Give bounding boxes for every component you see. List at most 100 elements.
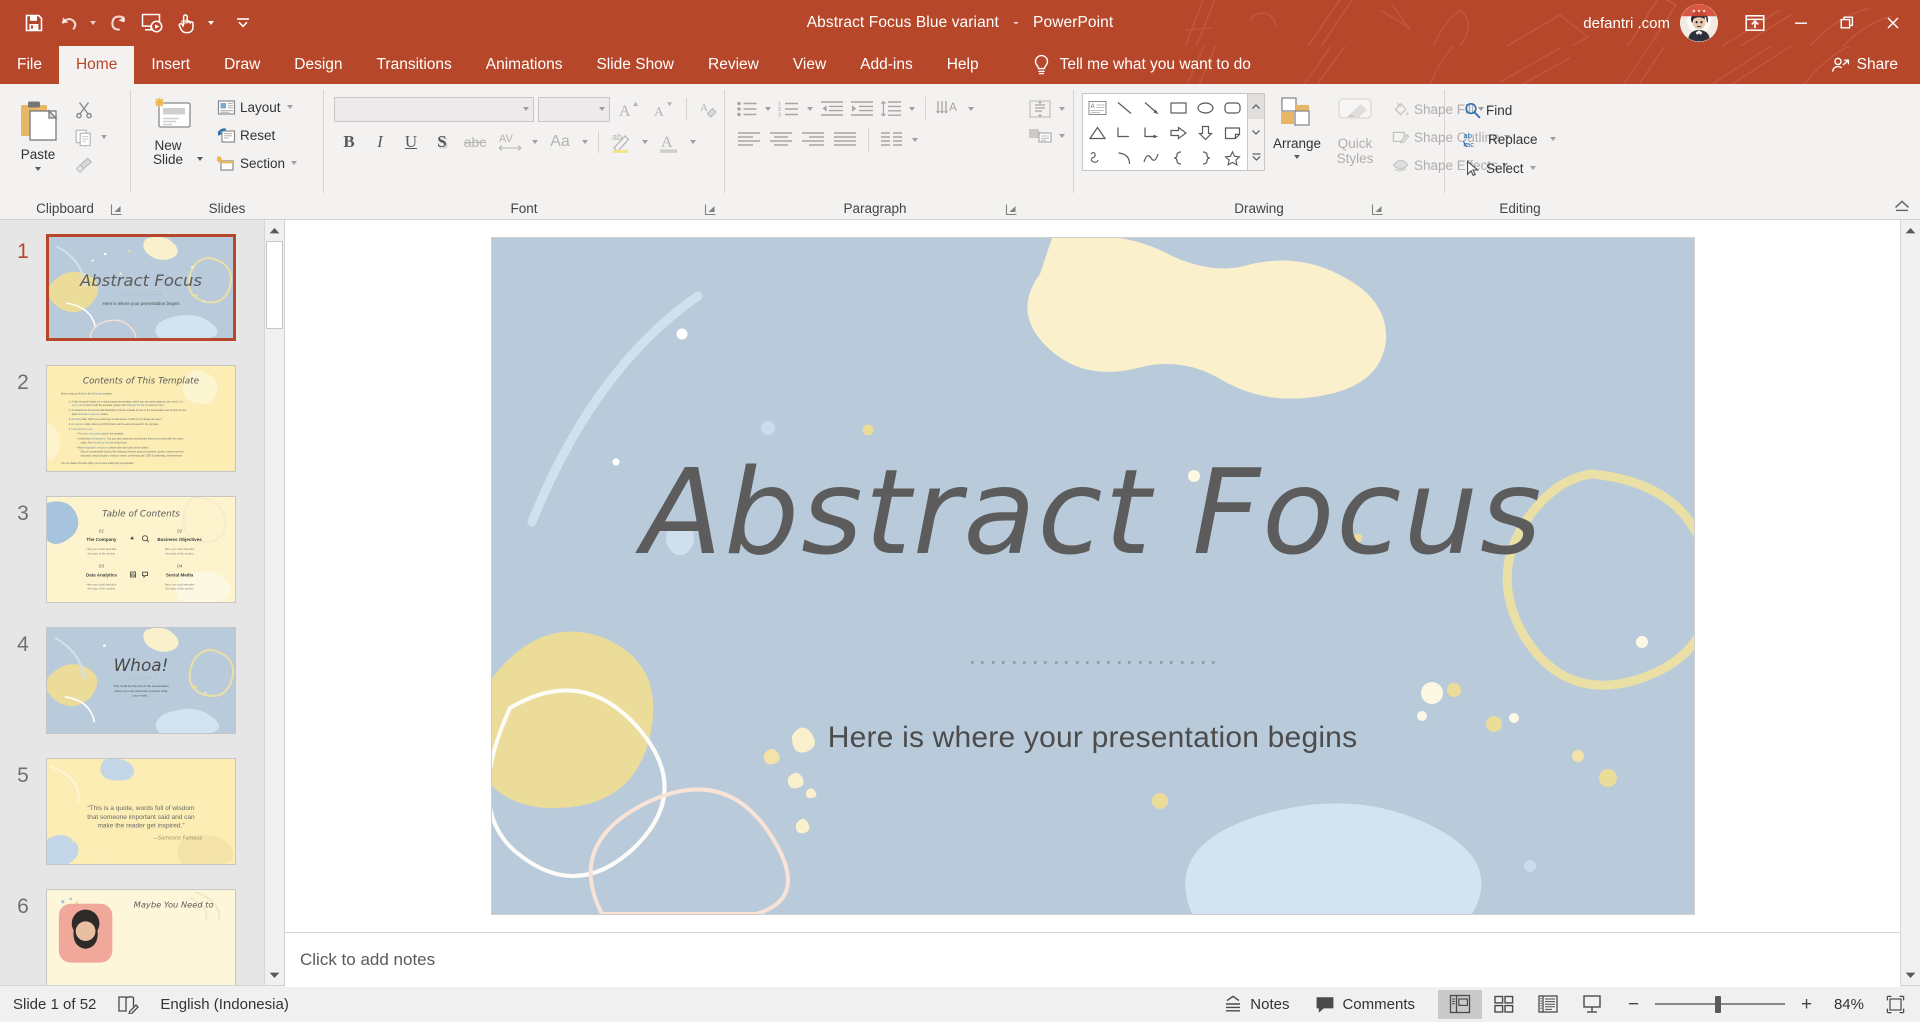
thumbnail-preview[interactable]: Maybe You Need to [46,889,236,985]
bullets-button[interactable] [733,96,761,122]
thumbnail-scroll-track[interactable] [265,241,284,964]
spellcheck-button[interactable] [109,986,147,1022]
shape-right-arrow[interactable] [1165,120,1192,145]
copy-dropdown-arrow[interactable] [97,124,111,150]
bold-button[interactable]: B [334,128,364,156]
shapes-scroll-up-button[interactable] [1248,94,1264,120]
section-button[interactable]: Section [213,150,301,176]
justify-button[interactable] [829,126,861,154]
change-case-button[interactable]: Aa [543,128,577,156]
fit-slide-to-window-button[interactable] [1880,990,1910,1019]
new-slide-button[interactable]: New Slide [137,92,209,169]
minimize-button[interactable] [1778,0,1824,46]
italic-button[interactable]: I [365,128,395,156]
find-button[interactable]: Find [1459,97,1516,123]
line-spacing-button[interactable] [877,96,905,122]
quick-styles-button[interactable]: Quick Styles [1329,93,1381,168]
smartart-dropdown-arrow[interactable] [1055,123,1069,149]
tab-design[interactable]: Design [277,46,359,84]
save-button[interactable] [18,7,50,39]
slide-counter[interactable]: Slide 1 of 52 [0,986,109,1022]
font-dialog-launcher[interactable] [704,203,717,216]
shape-rectangle[interactable] [1165,95,1192,120]
shape-triangle[interactable] [1084,120,1111,145]
increase-font-size-button[interactable]: A [614,96,644,122]
slide-scroll-up-button[interactable] [1901,220,1920,241]
align-center-button[interactable] [765,126,797,154]
thumbnail-slide-5[interactable]: 5 “This is a quote, words full of wisdom [0,758,284,889]
start-from-beginning-button[interactable] [136,7,168,39]
tab-animations[interactable]: Animations [469,46,580,84]
customize-quick-access-toolbar-button[interactable] [232,7,254,39]
decrease-font-size-button[interactable]: A [648,96,678,122]
redo-button[interactable] [102,7,134,39]
shape-rounded-rectangle[interactable] [1219,95,1246,120]
copy-button[interactable] [70,124,97,150]
thumbnail-preview[interactable]: Abstract Focus Here is where your presen… [46,234,236,341]
notes-button[interactable]: Notes [1210,986,1302,1022]
select-button[interactable]: Select [1459,155,1540,181]
undo-dropdown-arrow[interactable] [86,7,100,39]
thumbnail-slide-2[interactable]: 2 Contents of This Template Here's what … [0,365,284,496]
align-text-button[interactable] [1025,96,1055,122]
zoom-slider-handle[interactable] [1714,995,1721,1013]
tab-add-ins[interactable]: Add-ins [843,46,930,84]
restore-button[interactable] [1824,0,1870,46]
undo-button[interactable] [52,7,84,39]
arrange-dropdown-arrow[interactable] [1294,155,1300,159]
shape-arrow[interactable] [1138,95,1165,120]
drawing-dialog-launcher[interactable] [1371,203,1384,216]
shape-curve[interactable] [1138,145,1165,170]
text-direction-dropdown-arrow[interactable] [964,96,978,122]
slide-title-text[interactable]: Abstract Focus [492,443,1694,581]
strikethrough-button[interactable]: abc [458,128,492,156]
section-dropdown-arrow[interactable] [291,161,298,165]
tab-view[interactable]: View [776,46,843,84]
shape-text-box[interactable]: A [1084,95,1111,120]
tab-review[interactable]: Review [691,46,776,84]
thumbnail-scroll-thumb[interactable] [266,241,283,329]
shapes-gallery[interactable]: A [1082,93,1265,171]
thumbnail-scroll-up-button[interactable] [265,220,284,241]
change-case-dropdown-arrow[interactable] [578,128,592,156]
touch-mode-dropdown-arrow[interactable] [204,7,218,39]
thumbnail-slide-1[interactable]: 1 Abstract Focus Here is where your pres… [0,234,284,365]
align-text-dropdown-arrow[interactable] [1055,96,1069,122]
text-highlight-color-button[interactable]: ab [605,128,637,156]
thumbnail-preview[interactable]: Contents of This Template Here's what yo… [46,365,236,472]
format-painter-button[interactable] [70,152,97,178]
shapes-scroll-down-button[interactable] [1248,119,1264,145]
align-left-button[interactable] [733,126,765,154]
tab-slide-show[interactable]: Slide Show [579,46,691,84]
share-button[interactable]: Share [1819,46,1920,84]
columns-dropdown-arrow[interactable] [908,126,922,154]
shape-scribble[interactable] [1084,145,1111,170]
tell-me-search[interactable]: Tell me what you want to do [1024,46,1259,84]
font-name-combo[interactable] [334,96,534,122]
shape-oval[interactable] [1192,95,1219,120]
shape-right-brace[interactable] [1192,145,1219,170]
zoom-slider[interactable] [1655,994,1785,1014]
account-name[interactable]: defantri .com [1583,15,1670,32]
slide-show-button[interactable] [1570,990,1614,1019]
thumbnail-slide-3[interactable]: 3 Table of Contents 01 The Company Here [0,496,284,627]
numbering-dropdown-arrow[interactable] [803,96,817,122]
shapes-more-button[interactable] [1248,144,1264,170]
font-color-dropdown-arrow[interactable] [686,128,700,156]
numbering-button[interactable]: 123 [775,96,803,122]
thumbnail-slide-4[interactable]: 4 Whoa! This could be the part of the pr… [0,627,284,758]
tab-help[interactable]: Help [930,46,996,84]
shape-left-brace[interactable] [1165,145,1192,170]
shape-star[interactable] [1219,145,1246,170]
highlight-dropdown-arrow[interactable] [638,128,652,156]
slide-scroll-track[interactable] [1901,241,1920,964]
shapes-gallery-scrollbar[interactable] [1247,94,1264,170]
cut-button[interactable] [70,96,97,122]
slide-subtitle-text[interactable]: Here is where your presentation begins [492,721,1694,755]
zoom-out-button[interactable]: − [1624,995,1643,1014]
ribbon-display-options-button[interactable] [1732,0,1778,46]
collapse-ribbon-button[interactable] [1892,197,1912,215]
notes-placeholder[interactable]: Click to add notes [300,950,435,970]
shape-elbow-arrow-connector[interactable] [1138,120,1165,145]
shape-line[interactable] [1111,95,1138,120]
